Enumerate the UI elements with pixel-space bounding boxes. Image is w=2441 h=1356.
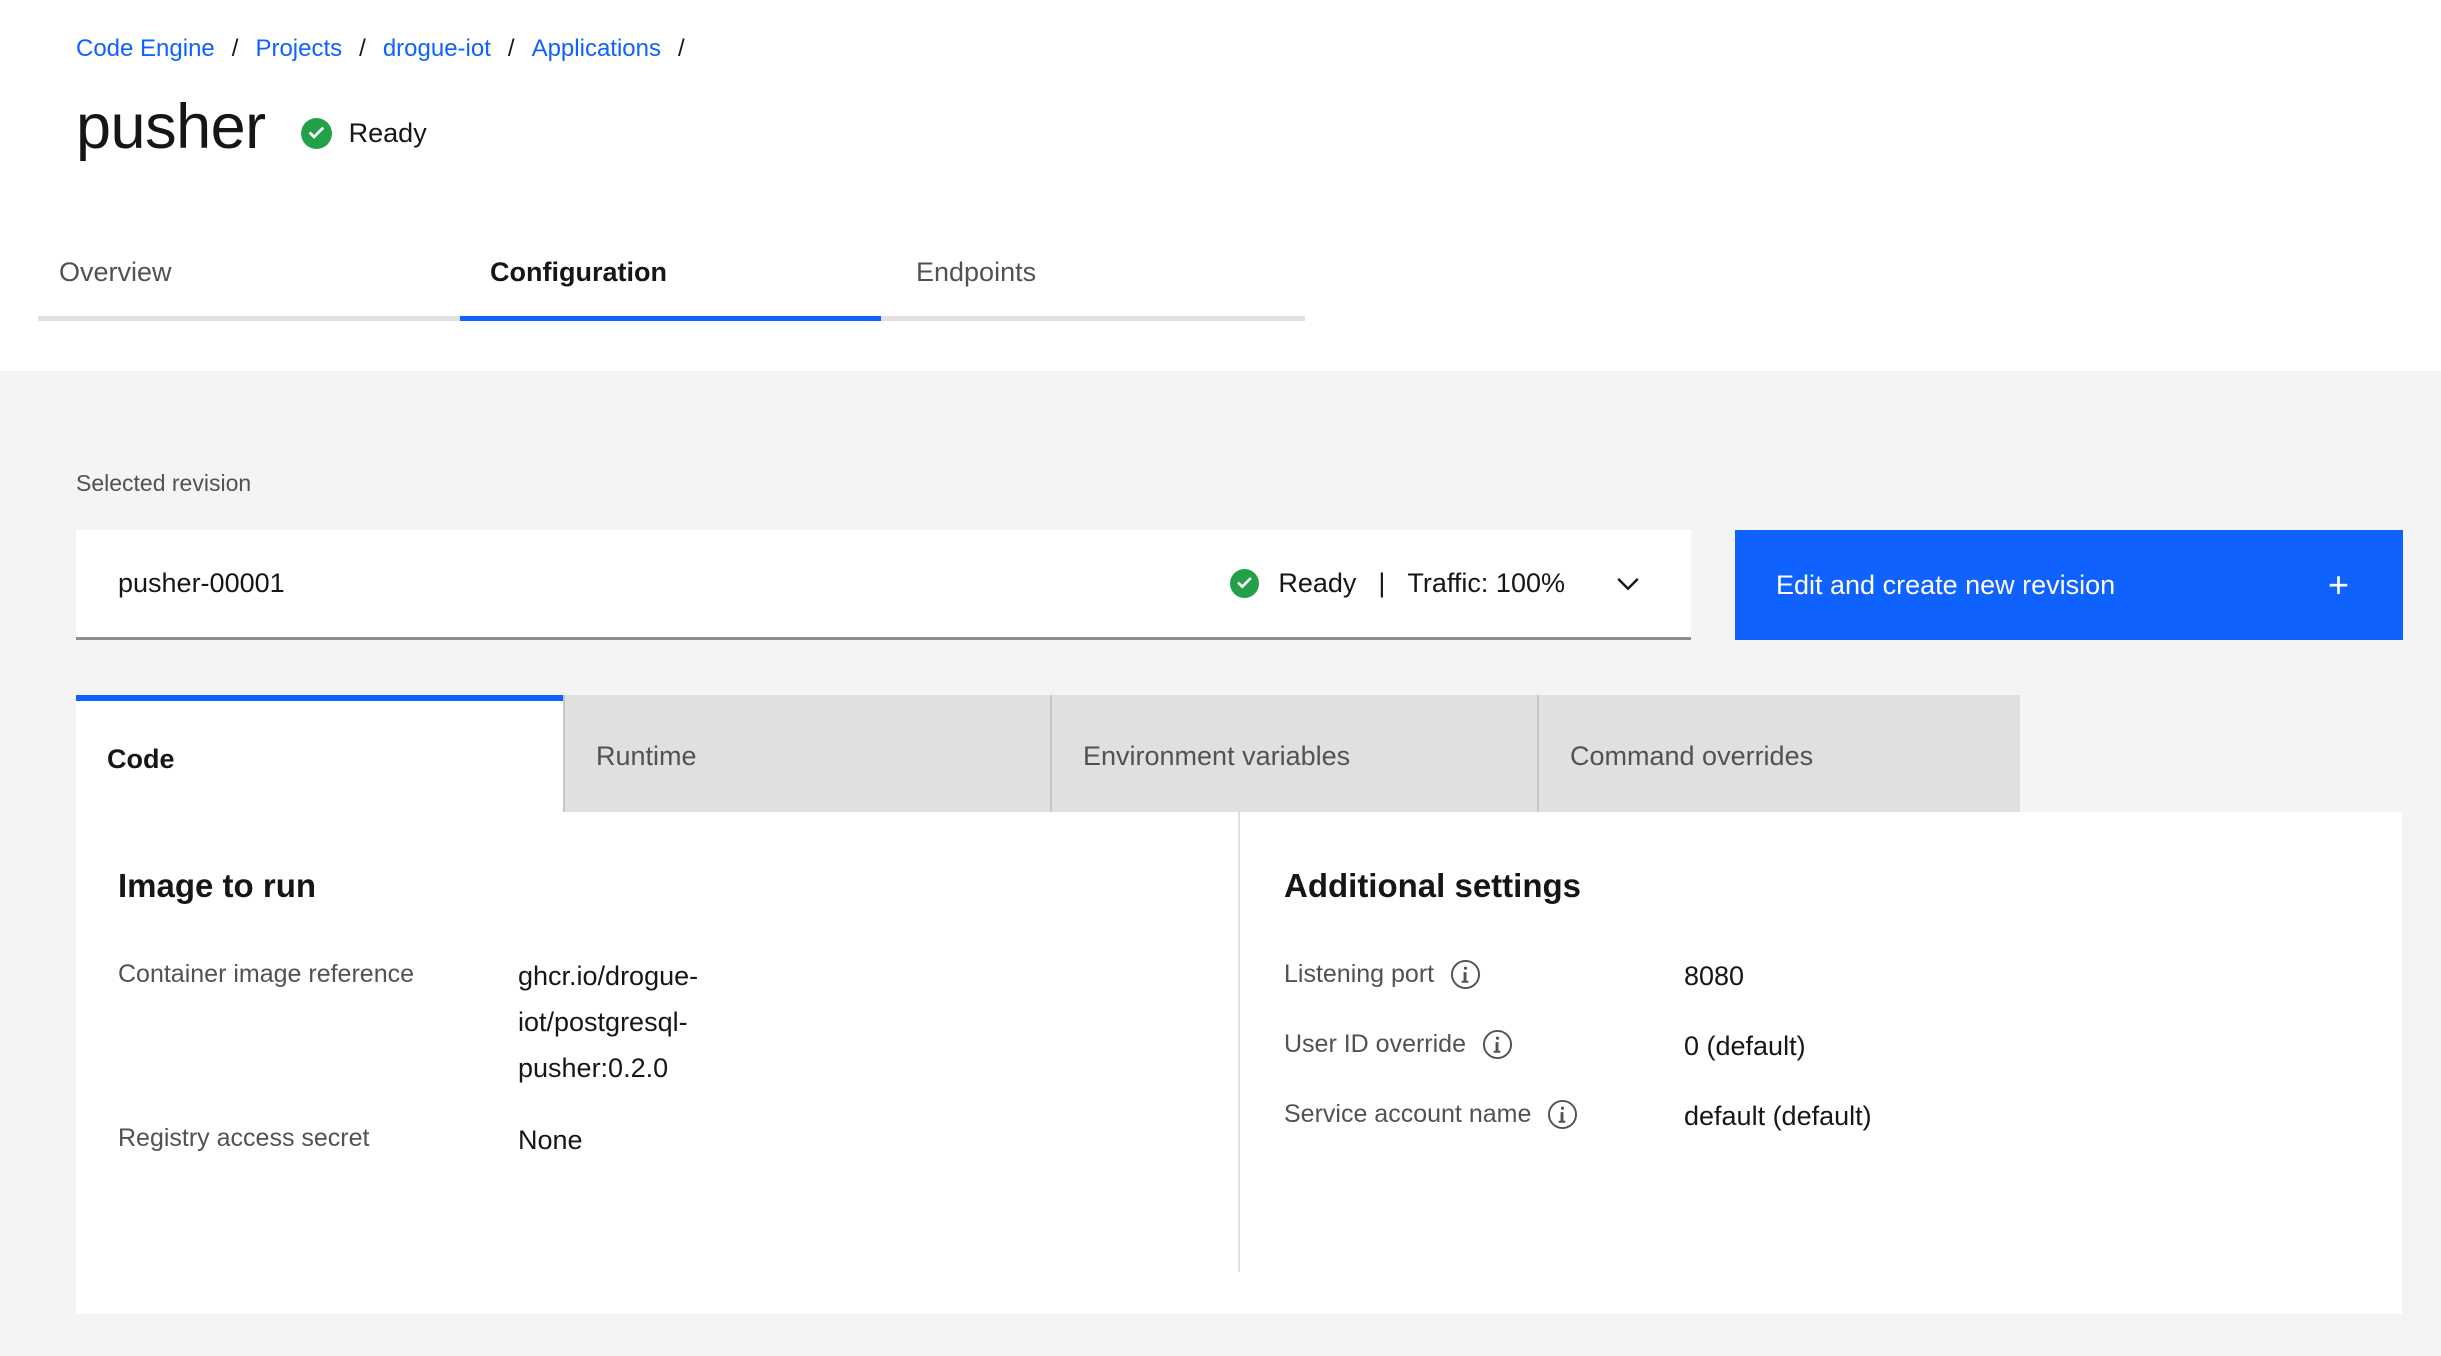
revision-row: pusher-00001 Ready | Traffic: 100% Edit … <box>0 530 2441 640</box>
revision-traffic: Traffic: 100% <box>1407 568 1565 598</box>
page-title: pusher <box>76 92 266 162</box>
breadcrumb-item-applications[interactable]: Applications <box>532 34 661 64</box>
tab-configuration-label: Configuration <box>490 257 667 287</box>
tab-overview[interactable]: Overview <box>38 257 460 321</box>
info-icon[interactable] <box>1450 959 1481 990</box>
info-icon[interactable] <box>1547 1099 1578 1130</box>
field-label-container-image-reference: Container image reference <box>118 960 414 988</box>
info-icon[interactable] <box>1482 1029 1513 1060</box>
breadcrumb-separator: / <box>231 35 239 62</box>
subtab-command-overrides[interactable]: Command overrides <box>1537 695 2020 818</box>
breadcrumb-item-drogue-iot[interactable]: drogue-iot <box>383 34 491 64</box>
field-value-user-id-override: 0 (default) <box>1684 1031 1806 1061</box>
breadcrumb: Code Engine / Projects / drogue-iot / Ap… <box>76 34 2441 64</box>
edit-button-label: Edit and create new revision <box>1776 569 2116 600</box>
check-circle-filled-icon <box>1229 568 1260 599</box>
check-circle-filled-icon <box>300 117 333 150</box>
revision-divider: | <box>1378 568 1386 598</box>
subtab-environment-variables[interactable]: Environment variables <box>1050 695 1537 818</box>
subtab-code[interactable]: Code <box>76 695 563 818</box>
title-row: pusher Ready <box>76 92 2441 162</box>
field-registry-access-secret: Registry access secret None <box>118 1117 1238 1163</box>
tab-endpoints[interactable]: Endpoints <box>881 257 1305 321</box>
field-label-service-account-name: Service account name <box>1284 1100 1532 1128</box>
image-to-run-title: Image to run <box>118 867 317 904</box>
tab-configuration[interactable]: Configuration <box>460 257 881 321</box>
page-tabs: Overview Configuration Endpoints <box>0 214 2441 321</box>
field-user-id-override: User ID override 0 (default) <box>1284 1023 2402 1069</box>
plus-icon: + <box>2327 564 2349 605</box>
page-header: Code Engine / Projects / drogue-iot / Ap… <box>0 0 2441 162</box>
subtab-runtime[interactable]: Runtime <box>563 695 1050 818</box>
tab-endpoints-label: Endpoints <box>916 257 1037 287</box>
breadcrumb-separator: / <box>678 35 685 62</box>
additional-settings-title: Additional settings <box>1284 867 1581 904</box>
breadcrumb-separator: / <box>359 35 366 62</box>
edit-and-create-new-revision-button[interactable]: Edit and create new revision + <box>1735 530 2403 640</box>
field-service-account-name: Service account name default (default) <box>1284 1093 2402 1139</box>
breadcrumb-item-code-engine[interactable]: Code Engine <box>76 34 215 64</box>
status-badge: Ready <box>300 105 427 150</box>
selected-revision-label: Selected revision <box>76 470 252 496</box>
field-label-user-id-override: User ID override <box>1284 1030 1466 1058</box>
image-to-run-section: Image to run Container image reference g… <box>76 812 1240 1272</box>
subtab-runtime-label: Runtime <box>596 741 697 771</box>
revision-status: Ready <box>1278 568 1357 598</box>
subtab-command-overrides-label: Command overrides <box>1570 741 1814 771</box>
field-value-service-account-name: default (default) <box>1684 1101 1872 1131</box>
breadcrumb-separator: / <box>507 35 515 62</box>
code-tab-content: Image to run Container image reference g… <box>76 812 2402 1314</box>
field-value-container-image-reference: ghcr.io/drogue-iot/postgresql-pusher:0.2… <box>518 961 699 1083</box>
status-label: Ready <box>348 117 427 148</box>
subtab-code-label: Code <box>107 744 175 774</box>
field-value-listening-port: 8080 <box>1684 961 1745 991</box>
additional-settings-section: Additional settings Listening port 8080 … <box>1240 812 2402 1314</box>
revision-select[interactable]: pusher-00001 Ready | Traffic: 100% <box>76 530 1691 640</box>
field-label-listening-port: Listening port <box>1284 960 1435 988</box>
subtab-environment-variables-label: Environment variables <box>1083 741 1351 771</box>
breadcrumb-item-projects[interactable]: Projects <box>255 34 342 64</box>
field-label-registry-access-secret: Registry access secret <box>118 1124 370 1152</box>
chevron-down-icon[interactable] <box>1611 567 1645 601</box>
revision-name: pusher-00001 <box>118 568 285 598</box>
revision-meta: Ready | Traffic: 100% <box>1229 567 1645 601</box>
field-listening-port: Listening port 8080 <box>1284 953 2402 999</box>
field-value-registry-access-secret: None <box>518 1125 583 1155</box>
tab-overview-label: Overview <box>59 257 172 287</box>
configuration-subtabs: Code Runtime Environment variables Comma… <box>76 695 2020 818</box>
field-container-image-reference: Container image reference ghcr.io/drogue… <box>118 953 1238 1091</box>
